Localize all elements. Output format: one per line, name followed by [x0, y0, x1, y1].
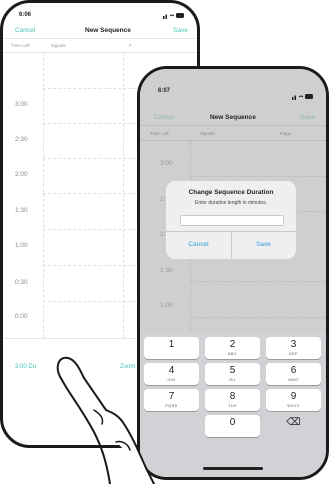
front-nav-divider [140, 125, 326, 126]
key-letters: MNO [288, 378, 299, 382]
front-time-label: 3:00 [160, 160, 173, 167]
key-6[interactable]: 6 MNO [266, 363, 321, 385]
back-duration-button[interactable]: 3:00 Du [15, 364, 36, 370]
key-number: 3 [290, 339, 297, 350]
key-number: 9 [290, 391, 297, 402]
front-grid-line [190, 281, 326, 282]
key-number: 8 [229, 391, 236, 402]
back-time-label: 2:00 [15, 171, 28, 178]
back-status-time: 6:06 [19, 12, 32, 18]
back-time-label: 1:00 [15, 242, 28, 249]
key-letters: DEF [289, 352, 298, 356]
front-col-time-left: Time Left [150, 131, 169, 136]
back-col-signals: Signals [51, 43, 66, 48]
back-page-title: New Sequence [85, 27, 131, 34]
front-time-label: 1:00 [160, 302, 173, 309]
back-save-button[interactable]: Save [173, 27, 188, 34]
front-header-divider [140, 140, 326, 141]
signal-wifi-battery-icon [163, 13, 184, 19]
front-save-button[interactable]: Save [300, 114, 315, 121]
front-cancel-button[interactable]: Cancel [154, 114, 174, 121]
key-letters: WXYZ [287, 404, 300, 408]
dialog-cancel-button[interactable]: Cancel [166, 241, 231, 248]
key-number: 6 [290, 365, 297, 376]
back-time-label: 2:30 [15, 136, 28, 143]
front-grid-line [190, 176, 326, 177]
front-status-time: 6:07 [158, 88, 171, 94]
duration-input[interactable] [180, 215, 284, 226]
front-grid-line [190, 317, 326, 318]
key-8[interactable]: 8 TUV [205, 389, 260, 411]
dialog-save-button[interactable]: Save [231, 241, 296, 248]
backspace-icon: ⌫ [286, 417, 301, 428]
back-time-label: 1:30 [15, 207, 28, 214]
signal-wifi-battery-icon [292, 94, 313, 100]
home-indicator [203, 467, 263, 470]
tapping-hand-icon [56, 356, 155, 484]
back-time-label: 0:00 [15, 313, 28, 320]
key-5[interactable]: 5 JKL [205, 363, 260, 385]
key-letters: ABC [227, 352, 237, 356]
key-number: 5 [229, 365, 236, 376]
back-col-flags: F [129, 43, 132, 48]
backspace-key[interactable]: ⌫ [266, 415, 321, 437]
front-col-flags: Flags [280, 131, 292, 136]
key-letters: TUV [228, 404, 237, 408]
back-time-label: 3:00 [15, 101, 28, 108]
front-time-label: 1:30 [160, 267, 173, 274]
back-header-divider [3, 52, 197, 53]
key-2[interactable]: 2 ABC [205, 337, 260, 359]
key-number: 0 [229, 417, 236, 428]
key-0[interactable]: 0 [205, 415, 260, 437]
back-col-time-left: Time Left [11, 43, 30, 48]
key-letters: JKL [228, 378, 237, 382]
key-3[interactable]: 3 DEF [266, 337, 321, 359]
key-number: 2 [229, 339, 236, 350]
back-column-divider-2 [123, 53, 124, 338]
back-nav-divider [3, 38, 197, 39]
key-9[interactable]: 9 WXYZ [266, 389, 321, 411]
dialog-message: Enter duration length in minutes. [195, 200, 267, 206]
back-column-divider [43, 53, 44, 338]
dialog-title: Change Sequence Duration [188, 189, 274, 196]
back-time-label: 0:30 [15, 279, 28, 286]
front-status-icons [292, 87, 314, 105]
front-col-signals: Signals [200, 131, 215, 136]
back-status-icons [163, 11, 185, 21]
front-page-title: New Sequence [210, 114, 256, 121]
change-duration-dialog: Change Sequence Duration Enter duration … [166, 181, 296, 259]
back-cancel-button[interactable]: Cancel [15, 27, 35, 34]
